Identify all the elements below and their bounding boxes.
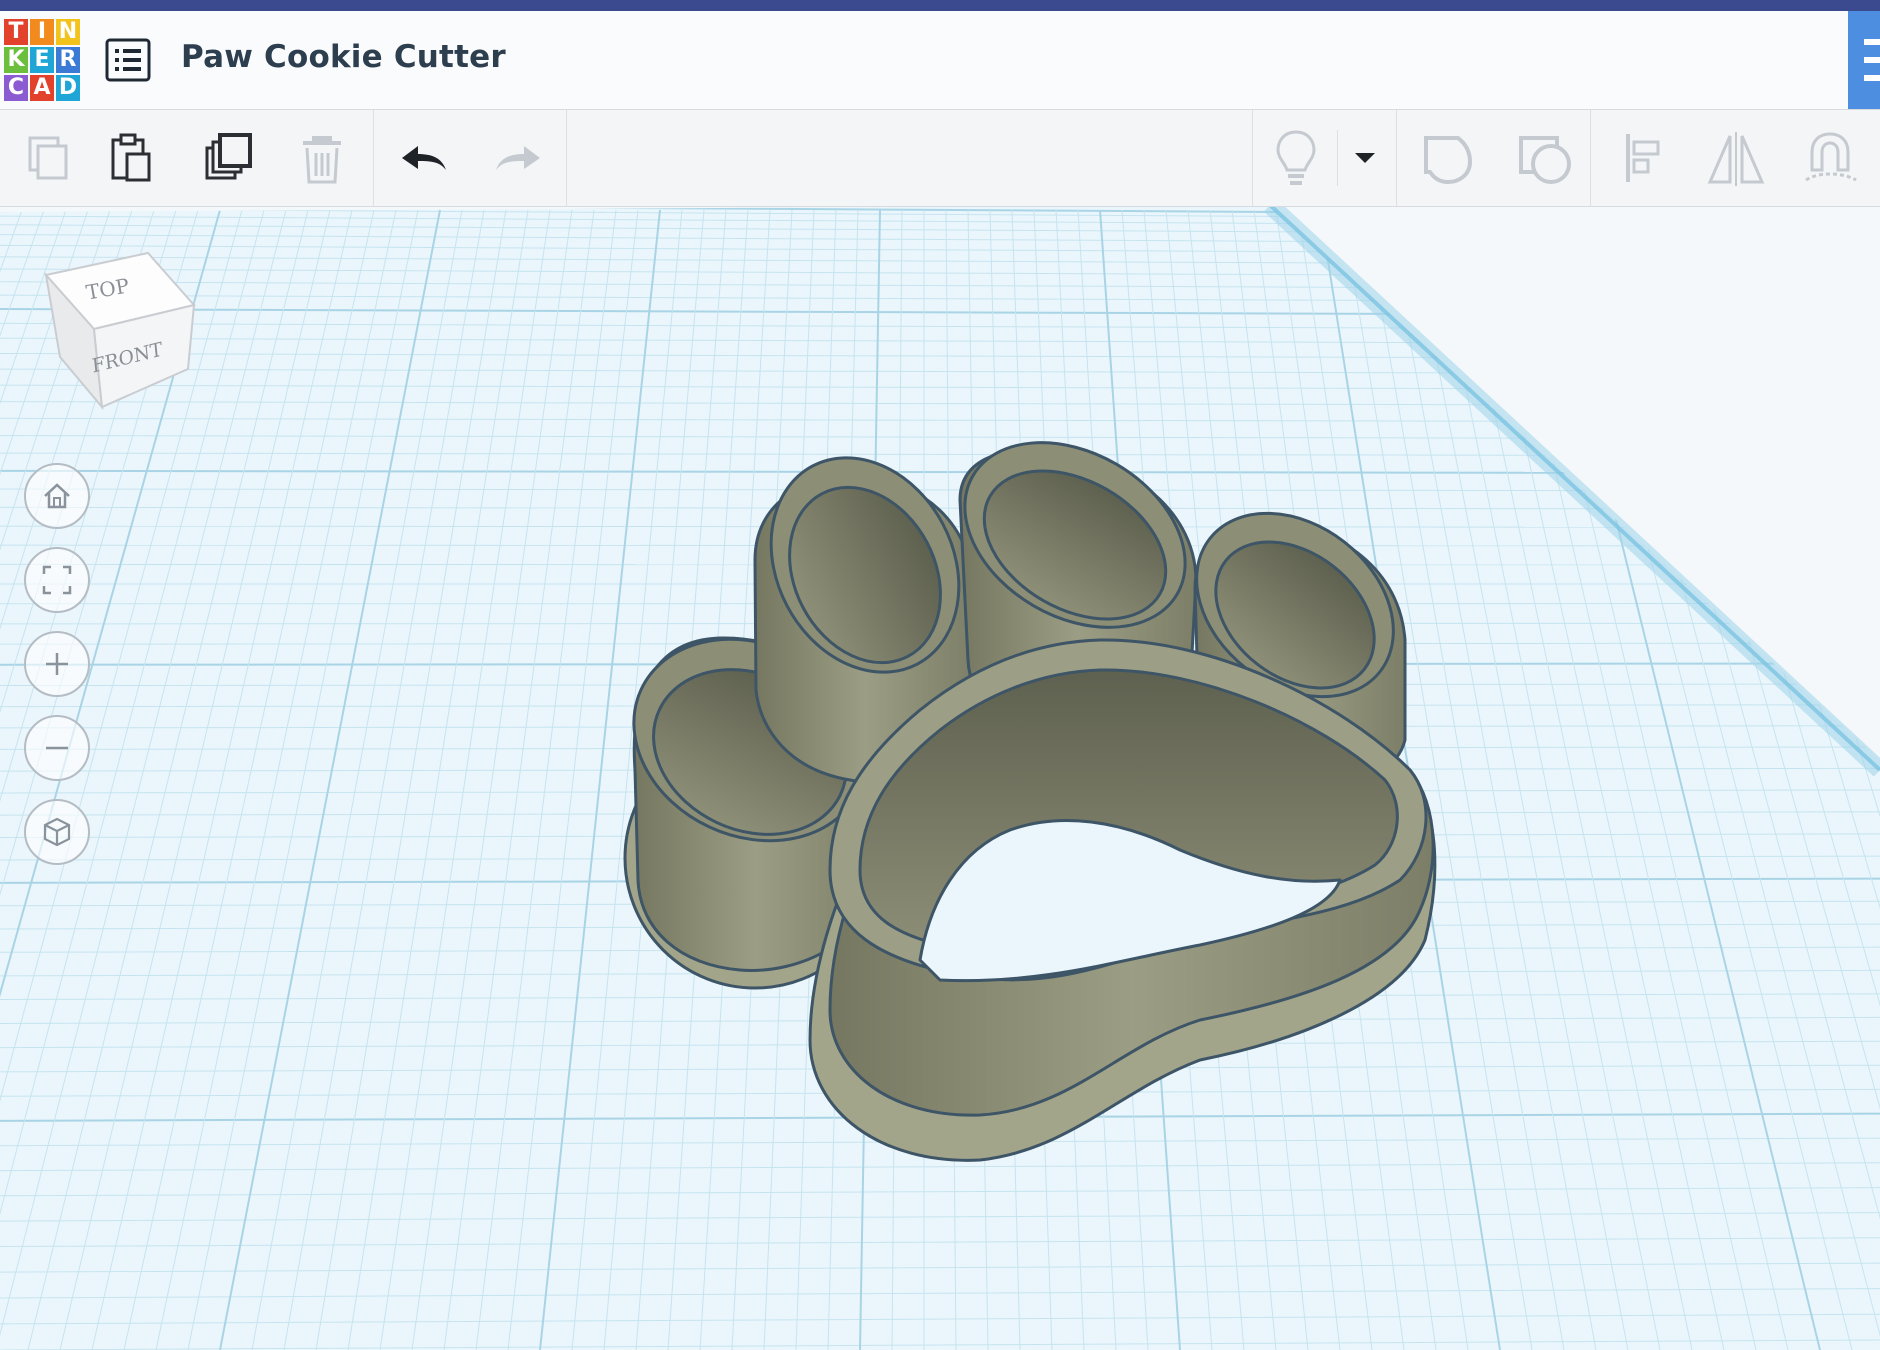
design-menu-button[interactable] — [104, 37, 152, 83]
logo-letter: A — [30, 75, 54, 101]
home-view-button[interactable] — [24, 463, 90, 529]
group-icon — [1424, 136, 1473, 185]
undo-button[interactable] — [376, 110, 472, 206]
logo-letter: D — [56, 75, 80, 101]
magnet-icon — [1805, 132, 1857, 182]
fit-view-button[interactable] — [24, 547, 90, 613]
logo-letter: E — [30, 47, 54, 73]
home-icon — [44, 483, 70, 509]
duplicate-button[interactable] — [181, 110, 277, 206]
list-icon — [105, 38, 151, 82]
duplicate-icon — [205, 133, 252, 180]
workplane-viewport[interactable]: TOP FRONT — [0, 207, 1880, 1350]
zoom-out-button[interactable] — [24, 715, 90, 781]
align-icon — [1626, 134, 1660, 182]
trash-icon — [303, 136, 341, 184]
right-panel-tab[interactable] — [1848, 11, 1880, 109]
logo-letter: R — [56, 47, 80, 73]
cruise-button[interactable] — [1782, 110, 1878, 206]
fit-view-icon — [42, 565, 72, 595]
ungroup-icon — [1519, 136, 1571, 184]
logo-letter: K — [4, 47, 28, 73]
toolbar-separator — [373, 110, 374, 206]
delete-button[interactable] — [276, 110, 372, 206]
mirror-icon — [1707, 132, 1765, 186]
paste-icon — [111, 133, 151, 182]
zoom-in-button[interactable] — [24, 631, 90, 697]
tinkercad-logo[interactable]: TIN KER CAD — [0, 16, 80, 104]
lightbulb-icon — [1276, 130, 1316, 185]
undo-icon — [402, 146, 446, 170]
logo-letter: N — [56, 19, 80, 45]
logo-letter: T — [4, 19, 28, 45]
perspective-icon — [43, 817, 71, 847]
toolbar-separator — [1337, 130, 1338, 186]
toolbar-separator — [566, 110, 567, 206]
app-header: TIN KER CAD Paw Cookie Cutter — [0, 11, 1880, 110]
top-accent-strip — [0, 0, 1880, 11]
zoom-in-icon — [46, 653, 68, 675]
paste-button[interactable] — [82, 110, 178, 206]
view-cube[interactable]: TOP FRONT — [36, 247, 206, 427]
caret-down-icon — [1355, 153, 1375, 163]
align-button[interactable] — [1594, 110, 1690, 206]
notes-button[interactable] — [1248, 110, 1344, 206]
design-title[interactable]: Paw Cookie Cutter — [181, 39, 506, 75]
panel-handle-icon — [1864, 39, 1880, 81]
logo-letter: C — [4, 75, 28, 101]
copy-icon — [28, 136, 68, 180]
edit-toolbar — [0, 110, 1880, 207]
notes-dropdown-button[interactable] — [1340, 110, 1390, 206]
toolbar-separator — [1396, 110, 1397, 206]
logo-letter: I — [30, 19, 54, 45]
workplane-grid[interactable] — [0, 207, 1880, 1350]
toolbar-separator — [1590, 110, 1591, 206]
redo-icon — [496, 146, 540, 170]
perspective-toggle-button[interactable] — [24, 799, 90, 865]
ungroup-button[interactable] — [1497, 110, 1593, 206]
mirror-button[interactable] — [1688, 110, 1784, 206]
group-button[interactable] — [1400, 110, 1496, 206]
zoom-out-icon — [46, 746, 68, 750]
redo-button[interactable] — [470, 110, 566, 206]
